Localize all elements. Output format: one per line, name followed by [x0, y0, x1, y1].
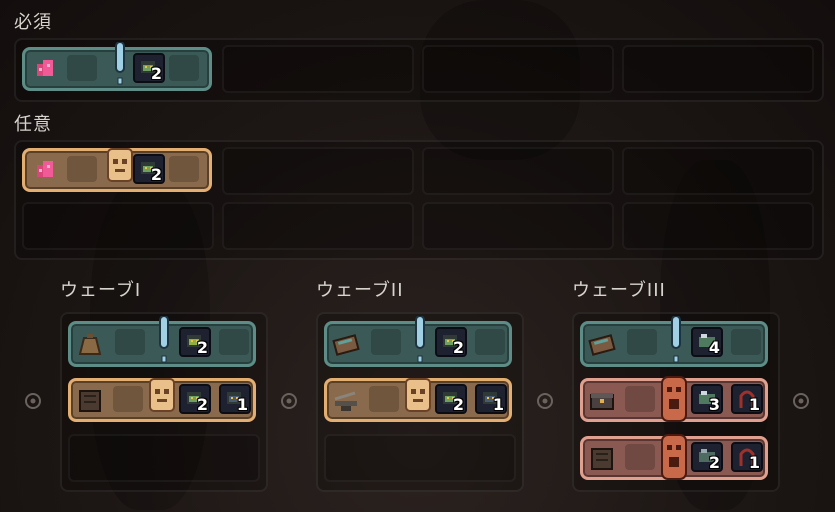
required-section-label: 必須	[14, 12, 52, 33]
skull-mask-icon	[149, 378, 175, 412]
pink-gem-icon	[37, 161, 53, 177]
wood-crate-icon	[591, 448, 613, 470]
wave-1-title: ウェーブI	[60, 280, 142, 301]
empty-slot[interactable]	[422, 147, 614, 195]
goblin-unit-badge: 2	[133, 53, 165, 83]
goblin-unit-badge: 4	[691, 327, 723, 357]
wave-3-objective-card[interactable]: 4	[580, 316, 768, 367]
goblin-unit-badge: 2	[435, 327, 467, 357]
goblin-unit-badge: 2	[179, 384, 211, 414]
goblin-unit-badge: 1	[219, 384, 251, 414]
unit-count: 4	[708, 338, 720, 357]
unit-count: 1	[748, 395, 760, 414]
unit-count: 2	[708, 453, 720, 472]
unit-count: 2	[452, 395, 464, 414]
empty-slot[interactable]	[622, 45, 814, 93]
goblin-unit-badge: 2	[435, 384, 467, 414]
unit-count: 2	[196, 395, 208, 414]
optional-section-label: 任意	[14, 114, 52, 135]
goblin-unit-badge: 2	[179, 327, 211, 357]
empty-slot[interactable]	[622, 202, 814, 250]
hooded-rogue-badge: 1	[731, 384, 763, 414]
settings-ring-icon	[25, 393, 41, 409]
empty-slot[interactable]	[68, 434, 260, 482]
unit-count: 1	[492, 395, 504, 414]
unit-count: 1	[748, 453, 760, 472]
settings-ring-icon	[281, 393, 297, 409]
wave-3-title: ウェーブIII	[572, 280, 666, 301]
empty-slot[interactable]	[222, 147, 414, 195]
loot-bag-icon	[78, 334, 102, 355]
chest-icon	[590, 393, 614, 410]
wave-2-bonus-card[interactable]: 2 1	[324, 378, 512, 422]
hooded-rogue-badge: 1	[731, 442, 763, 472]
optional-objective-card[interactable]: 2	[22, 148, 212, 192]
wave-1-objective-card[interactable]: 2	[68, 316, 256, 367]
wave-2-objective-card[interactable]: 2	[324, 316, 512, 367]
exclamation-pin-icon	[115, 42, 125, 85]
unit-count: 1	[236, 395, 248, 414]
unit-count: 2	[150, 64, 162, 83]
wave-2-title: ウェーブII	[316, 280, 404, 301]
goblin-unit-badge: 3	[691, 384, 723, 414]
skull-mask-icon	[107, 148, 133, 182]
empty-slot[interactable]	[222, 45, 414, 93]
unit-count: 2	[150, 165, 162, 184]
exclamation-pin-icon	[671, 316, 681, 363]
wave-3-bonus-card-1[interactable]: 3 1	[580, 376, 768, 422]
goblin-unit-badge: 2	[133, 154, 165, 184]
skull-mask-icon	[661, 434, 687, 480]
settings-ring-icon	[537, 393, 553, 409]
unit-count: 2	[196, 338, 208, 357]
pink-gem-icon	[37, 60, 53, 76]
empty-slot[interactable]	[222, 202, 414, 250]
chest-icon	[332, 334, 360, 356]
unit-count: 2	[452, 338, 464, 357]
skull-mask-icon	[405, 378, 431, 412]
empty-slot[interactable]	[622, 147, 814, 195]
settings-ring-icon	[793, 393, 809, 409]
empty-slot[interactable]	[324, 434, 516, 482]
exclamation-pin-icon	[415, 316, 425, 363]
chest-icon	[588, 334, 616, 356]
exclamation-pin-icon	[159, 316, 169, 363]
unit-count: 3	[708, 395, 720, 414]
goblin-unit-badge: 1	[475, 384, 507, 414]
required-objective-card[interactable]: 2	[22, 42, 212, 91]
empty-slot[interactable]	[422, 45, 614, 93]
wood-crate-icon	[79, 390, 101, 412]
anvil-icon	[334, 391, 357, 411]
wave-3-bonus-card-2[interactable]: 2 1	[580, 434, 768, 480]
empty-slot[interactable]	[422, 202, 614, 250]
goblin-unit-badge: 2	[691, 442, 723, 472]
wave-1-bonus-card[interactable]: 2 1	[68, 378, 256, 422]
empty-slot[interactable]	[22, 202, 214, 250]
skull-mask-icon	[661, 376, 687, 422]
